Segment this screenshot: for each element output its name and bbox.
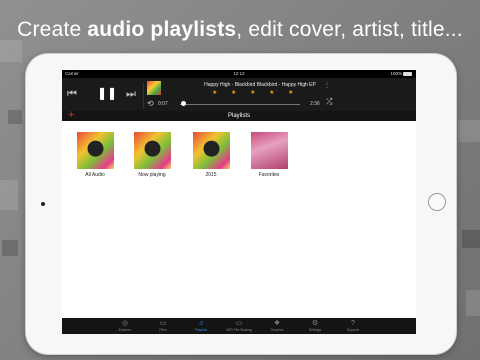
tab-support[interactable]: ? Support xyxy=(335,319,371,332)
playlist-name: All Audio xyxy=(85,172,105,178)
status-bar: Carrier 12:12 100% xyxy=(62,70,416,78)
previous-icon[interactable]: ⏮ xyxy=(67,89,77,100)
globe-icon: ◎ xyxy=(121,320,129,327)
tab-explorer[interactable]: ◎ Explorer xyxy=(107,319,143,332)
decor-square xyxy=(0,40,22,62)
battery-percent: 100% xyxy=(390,71,402,76)
decor-square xyxy=(0,180,18,210)
equalizer-icon[interactable]: ⫶ xyxy=(326,81,328,91)
tab-label: Files xyxy=(159,328,167,332)
tab-label: Settings xyxy=(308,328,322,332)
decor-square xyxy=(466,290,480,316)
headline-suffix: , edit cover, artist, title... xyxy=(236,18,463,41)
decor-square xyxy=(2,240,18,256)
playlist-item-favorites[interactable]: Favorites xyxy=(244,132,294,178)
monitor-icon: ▭ xyxy=(235,320,243,327)
music-note-icon: ♫ xyxy=(198,320,204,327)
next-icon[interactable]: ⏭ xyxy=(126,89,136,100)
tab-label: Support xyxy=(347,328,359,332)
home-button[interactable] xyxy=(428,193,446,211)
repeat-icon[interactable]: ⟲ xyxy=(147,99,154,108)
decor-square xyxy=(458,120,480,142)
tab-settings[interactable]: ⚙ Settings xyxy=(297,319,333,332)
playlist-cover xyxy=(133,132,171,169)
playlist-cover xyxy=(250,132,288,169)
camera-icon xyxy=(41,202,45,206)
playlist-item-all-audio[interactable]: All Audio xyxy=(70,132,120,178)
progress-bar[interactable] xyxy=(180,103,300,105)
playlist-cover xyxy=(76,132,114,169)
clock: 12:12 xyxy=(233,71,245,76)
headline: Create audio playlists, edit cover, arti… xyxy=(0,18,480,42)
tab-dropbox[interactable]: ❖ Dropbox xyxy=(259,319,295,332)
dropbox-icon: ❖ xyxy=(273,320,281,327)
headline-prefix: Create xyxy=(17,18,88,41)
tab-files[interactable]: ▭ Files xyxy=(145,319,181,332)
tab-bar: ◎ Explorer ▭ Files ♫ Playlists ▭ WiFi Fi… xyxy=(62,318,416,334)
remaining-time: 2:36 xyxy=(310,101,320,107)
progress-knob[interactable] xyxy=(181,101,187,106)
battery-indicator: 100% xyxy=(390,71,412,76)
question-icon: ? xyxy=(351,320,355,327)
playlists-header: + Playlists xyxy=(62,110,416,121)
decor-square xyxy=(8,110,22,124)
app-screen: Carrier 12:12 100% ⏮ ❚❚ ⏭ Happy High - B… xyxy=(62,70,416,334)
playlist-name: Now playing xyxy=(138,172,166,178)
playlist-cover xyxy=(192,132,230,169)
player-divider xyxy=(143,82,144,108)
page-title: Playlists xyxy=(227,113,250,119)
playlist-item-2015[interactable]: 2015 xyxy=(186,132,236,178)
playlist-name: Favorites xyxy=(258,172,280,178)
elapsed-time: 0:07 xyxy=(158,101,168,107)
track-info: Happy High - Blackbird Blackbird - Happy… xyxy=(204,82,316,88)
album-art-thumbnail[interactable] xyxy=(147,81,161,95)
tab-label: Dropbox xyxy=(270,328,284,332)
playlist-name: 2015 xyxy=(205,172,217,178)
playlist-grid: All Audio Now playing 2015 Favorites xyxy=(62,121,416,318)
tab-label: Playlists xyxy=(194,328,208,332)
tab-label: Explorer xyxy=(118,328,132,332)
gear-icon: ⚙ xyxy=(311,320,319,327)
tab-label: WiFi File Sharing xyxy=(226,328,252,332)
rating-stars[interactable]: ★ ★ ★ ★ ★ xyxy=(212,89,300,96)
folder-icon: ▭ xyxy=(159,320,167,327)
shuffle-icon[interactable]: ⤮ xyxy=(326,97,332,107)
headline-bold: audio playlists xyxy=(87,18,237,41)
tab-playlists[interactable]: ♫ Playlists xyxy=(183,319,219,332)
player-bar: ⏮ ❚❚ ⏭ Happy High - Blackbird Blackbird … xyxy=(62,78,416,111)
playlist-item-now-playing[interactable]: Now playing xyxy=(127,132,177,178)
decor-square xyxy=(462,230,480,248)
pause-icon[interactable]: ❚❚ xyxy=(97,87,117,99)
battery-icon xyxy=(403,72,412,76)
tab-wifi-file-sharing[interactable]: ▭ WiFi File Sharing xyxy=(221,319,257,332)
